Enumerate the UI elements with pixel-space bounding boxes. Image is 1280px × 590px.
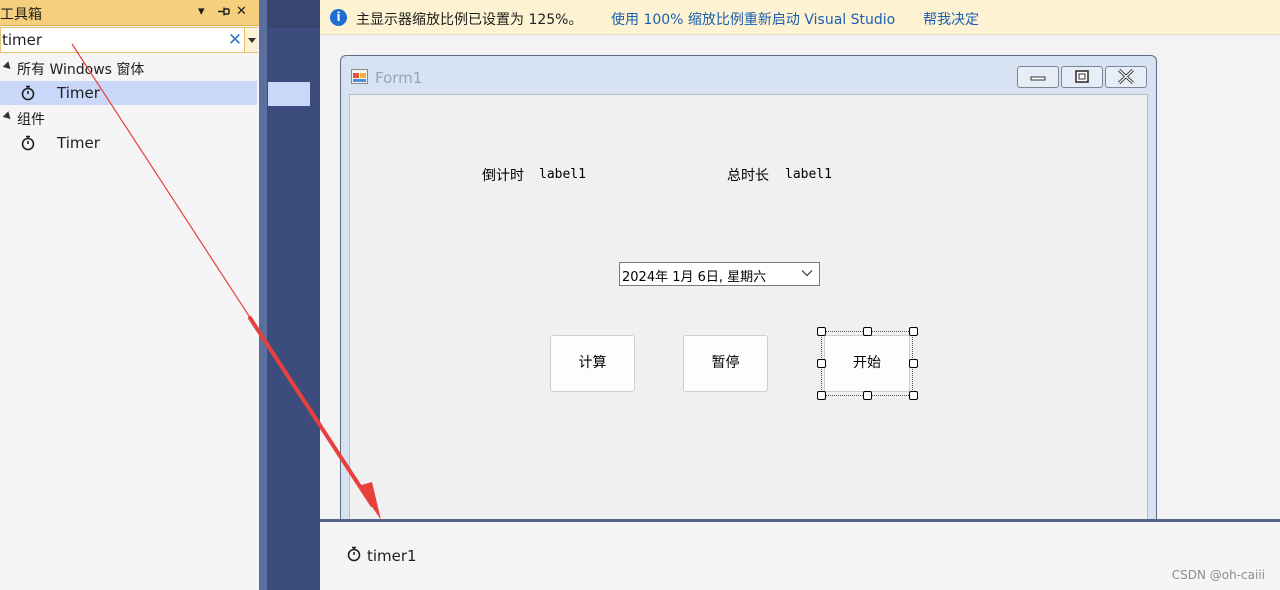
toolbox-item-timer[interactable]: Timer: [0, 81, 257, 105]
resize-handle[interactable]: [909, 359, 918, 368]
watermark: CSDN @oh-caiii: [1171, 568, 1265, 582]
date-time-picker[interactable]: 2024年 1月 6日, 星期六: [619, 262, 820, 286]
expand-triangle-icon[interactable]: [2, 111, 14, 122]
panel-splitter[interactable]: [259, 0, 267, 590]
form-app-icon: [351, 69, 368, 84]
category-components[interactable]: 组件: [0, 106, 259, 130]
maximize-button[interactable]: [1061, 66, 1103, 88]
tray-component-label: timer1: [367, 547, 417, 565]
category-label: 所有 Windows 窗体: [17, 62, 145, 78]
help-me-decide-link[interactable]: 帮我决定: [923, 9, 979, 29]
countdown-label[interactable]: 倒计时: [482, 165, 524, 185]
form-title: Form1: [375, 69, 423, 87]
resize-handle[interactable]: [817, 391, 826, 400]
toolbox-title: 工具箱: [0, 7, 42, 23]
stopwatch-icon: [20, 134, 36, 155]
toolbox-search-box: ✕: [0, 27, 258, 53]
restart-at-100-link[interactable]: 使用 100% 缩放比例重新启动 Visual Studio: [611, 9, 895, 29]
category-label: 组件: [17, 112, 45, 128]
resize-handle[interactable]: [863, 391, 872, 400]
selection-frame: [821, 331, 913, 396]
toolbox-item-label: Timer: [57, 84, 100, 102]
stopwatch-icon: [20, 84, 36, 105]
resize-handle[interactable]: [863, 327, 872, 336]
close-icon[interactable]: ✕: [236, 4, 247, 20]
document-well-background: [267, 0, 320, 590]
resize-handle[interactable]: [909, 327, 918, 336]
toolbox-search-input[interactable]: [1, 28, 226, 52]
total-duration-value-label[interactable]: label1: [785, 167, 832, 182]
window-position-dropdown-icon[interactable]: ▾: [198, 4, 205, 20]
clear-search-icon[interactable]: ✕: [227, 30, 243, 50]
total-duration-label[interactable]: 总时长: [727, 165, 769, 185]
info-bar: i 主显示器缩放比例已设置为 125%。 使用 100% 缩放比例重新启动 Vi…: [320, 0, 1280, 35]
pin-icon[interactable]: [216, 4, 231, 24]
toolbox-item-timer[interactable]: Timer: [0, 131, 257, 155]
resize-handle[interactable]: [817, 359, 826, 368]
toolbox-item-label: Timer: [57, 134, 100, 152]
minimize-button[interactable]: [1017, 66, 1059, 88]
resize-handle[interactable]: [909, 391, 918, 400]
document-tab-strip: [268, 0, 320, 28]
expand-triangle-icon[interactable]: [2, 61, 14, 72]
close-window-button[interactable]: [1105, 66, 1147, 88]
search-dropdown-button[interactable]: [244, 28, 258, 52]
date-value: 2024年 1月 6日, 星期六: [622, 270, 767, 285]
category-all-windows-forms[interactable]: 所有 Windows 窗体: [0, 56, 259, 80]
calculate-button[interactable]: 计算: [550, 335, 635, 392]
chevron-down-icon[interactable]: [801, 267, 813, 282]
form-designer-surface: i 主显示器缩放比例已设置为 125%。 使用 100% 缩放比例重新启动 Vi…: [320, 0, 1280, 525]
highlighted-row: [268, 82, 310, 106]
form1-window[interactable]: Form1 倒计时 label1 总时长 label1 2024年 1月 6日,…: [340, 55, 1157, 525]
component-tray: timer1 CSDN @oh-caiii: [320, 519, 1280, 590]
toolbox-panel: 工具箱 ▾ ✕ ✕ 所有 Windows 窗体 Timer 组件 Timer: [0, 0, 259, 590]
form-client-area: 倒计时 label1 总时长 label1 2024年 1月 6日, 星期六 计…: [349, 94, 1148, 524]
resize-handle[interactable]: [817, 327, 826, 336]
stopwatch-icon: [346, 545, 362, 566]
info-message: 主显示器缩放比例已设置为 125%。: [356, 12, 583, 28]
form-title-bar[interactable]: Form1: [341, 56, 1156, 94]
countdown-value-label[interactable]: label1: [539, 167, 586, 182]
info-icon: i: [330, 9, 347, 26]
pause-button[interactable]: 暂停: [683, 335, 768, 392]
toolbox-header: 工具箱 ▾ ✕: [0, 0, 259, 26]
